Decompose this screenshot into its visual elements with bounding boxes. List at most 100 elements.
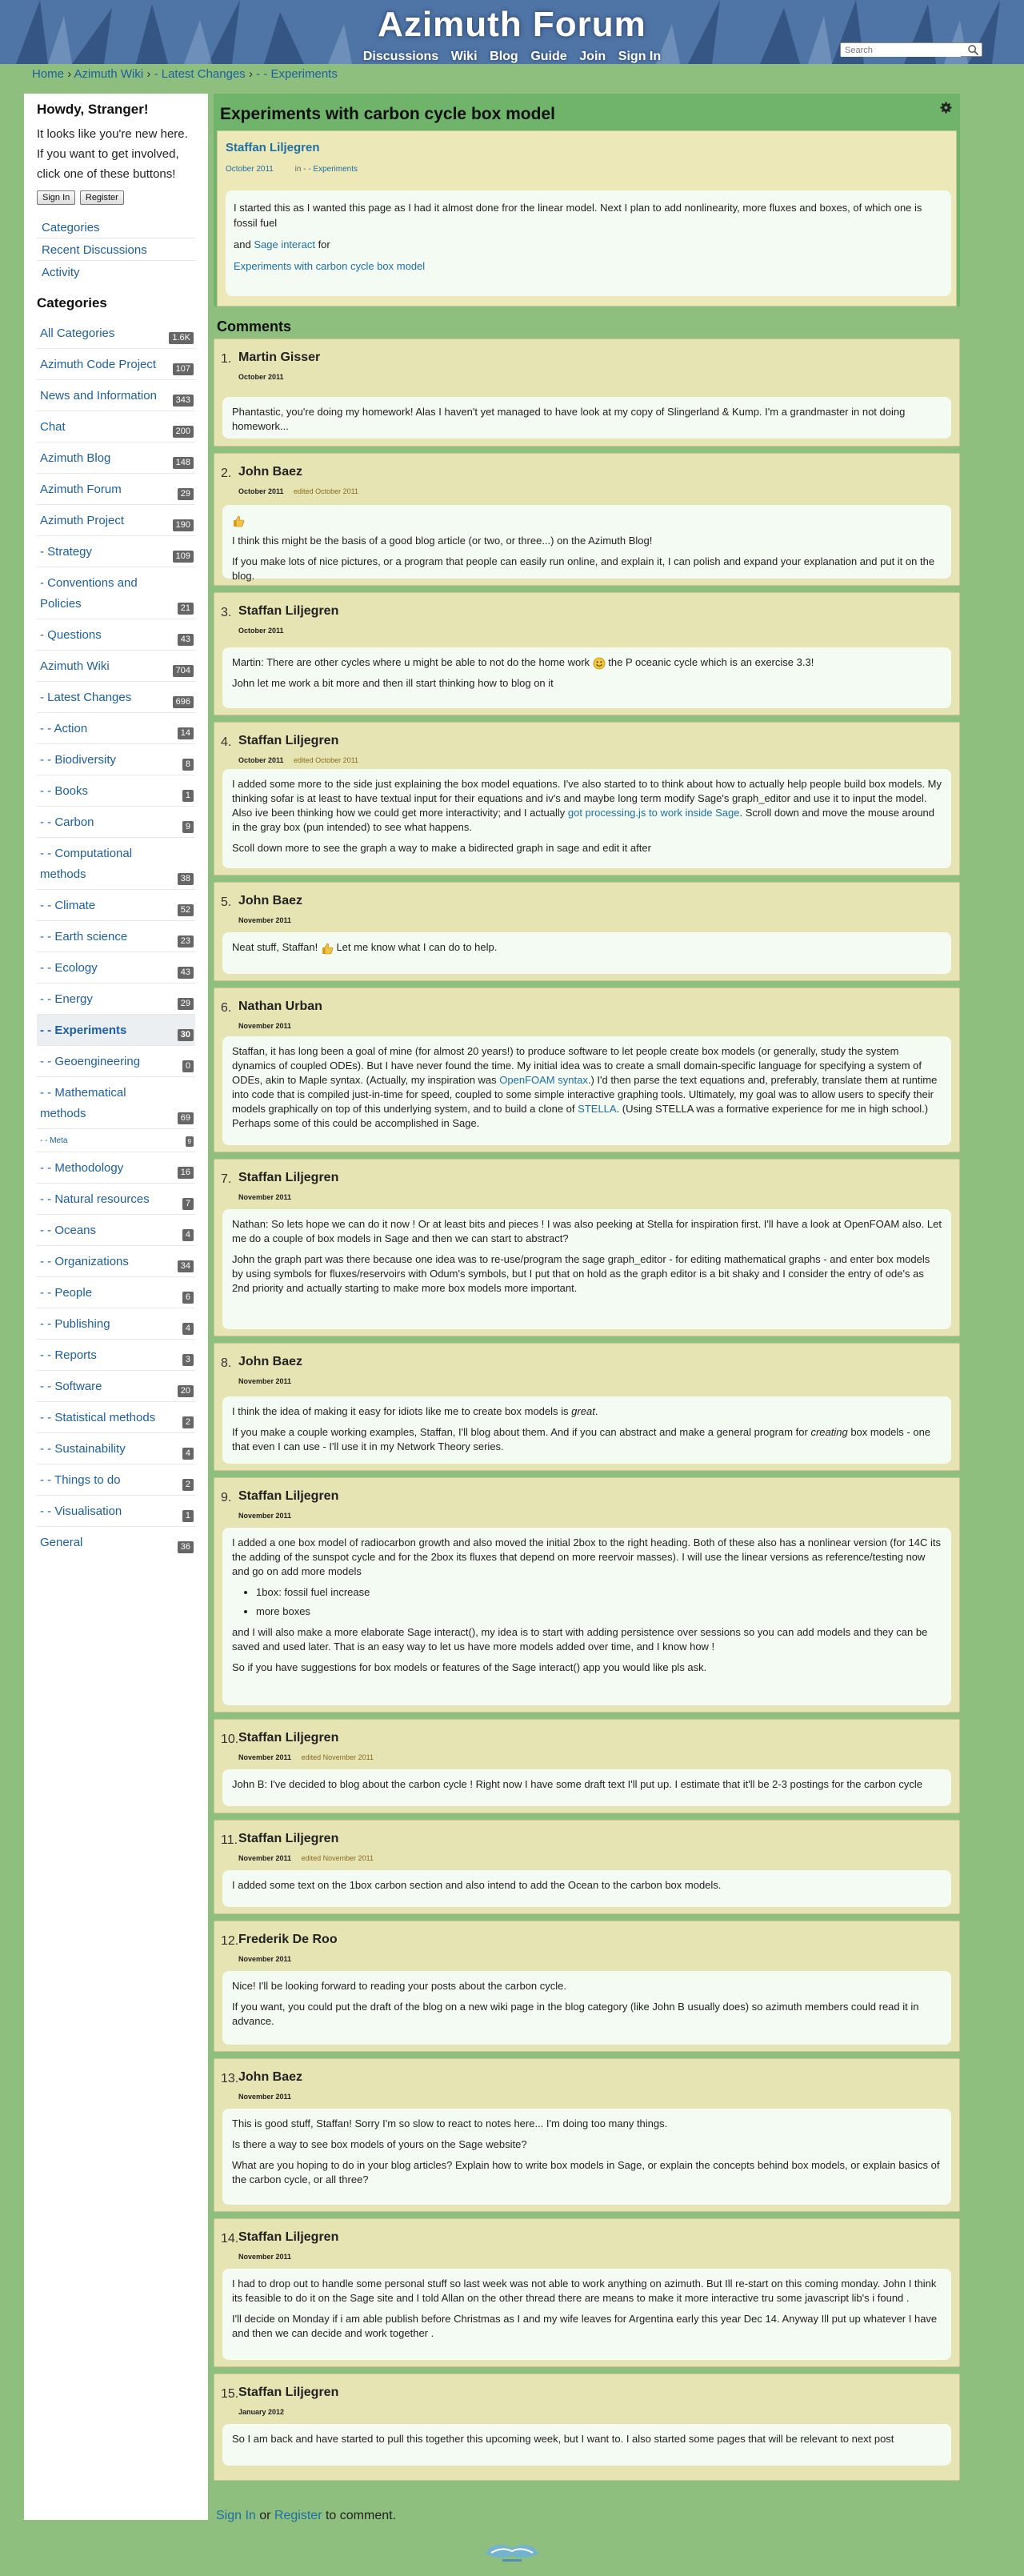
comment-author[interactable]: Nathan Urban — [238, 1000, 322, 1014]
comment-date[interactable]: November 2011 — [238, 2093, 291, 2101]
comment-date[interactable]: November 2011 — [238, 1377, 291, 1385]
category-item[interactable]: General 36 — [37, 1526, 195, 1557]
site-title[interactable]: Azimuth Forum — [0, 5, 1024, 45]
comment-date[interactable]: November 2011 — [238, 1512, 291, 1520]
nav-blog[interactable]: Blog — [490, 50, 518, 64]
category-item[interactable]: - - Books 1 — [37, 775, 195, 806]
experiments-page-link[interactable]: Experiments with carbon cycle box model — [234, 260, 425, 272]
category-item[interactable]: - - Experiments 30 — [37, 1014, 195, 1045]
bottom-sign-in-link[interactable]: Sign In — [216, 2509, 256, 2522]
comment-date[interactable]: November 2011 — [238, 1955, 291, 1963]
comment-author[interactable]: Staffan Liljegren — [238, 604, 338, 619]
category-item[interactable]: - Latest Changes 696 — [37, 681, 195, 712]
comment-author[interactable]: Staffan Liljegren — [238, 1489, 338, 1504]
vanilla-logo-icon[interactable] — [480, 2537, 544, 2566]
category-item[interactable]: Azimuth Forum 29 — [37, 473, 195, 504]
comment-date[interactable]: October 2011 — [238, 373, 284, 381]
comment-author[interactable]: Staffan Liljegren — [238, 1731, 338, 1745]
category-item[interactable]: All Categories 1.6K — [37, 318, 195, 348]
category-item[interactable]: - Conventions and Policies 21 — [37, 567, 195, 619]
category-item[interactable]: - - Meta 9 — [37, 1128, 195, 1152]
comment-date[interactable]: October 2011 — [238, 627, 284, 635]
gear-icon[interactable] — [940, 102, 952, 114]
processing-js-link[interactable]: got processing.js to work inside Sage — [568, 807, 740, 819]
sidebar-link-recent-discussions[interactable]: Recent Discussions — [37, 238, 195, 260]
category-item[interactable]: - Questions 43 — [37, 619, 195, 650]
breadcrumb-azimuth-wiki[interactable]: Azimuth Wiki — [74, 67, 144, 81]
comment-date[interactable]: November 2011 — [238, 1854, 291, 1862]
category-item[interactable]: - - Energy 29 — [37, 983, 195, 1014]
openfoam-syntax-link[interactable]: OpenFOAM syntax — [499, 1074, 588, 1086]
breadcrumb-latest-changes[interactable]: - Latest Changes — [154, 67, 246, 81]
comment-author[interactable]: Staffan Liljegren — [238, 2386, 338, 2400]
category-item[interactable]: - - Action 14 — [37, 712, 195, 743]
comment-date[interactable]: January 2012 — [238, 2408, 284, 2416]
page-layout: Howdy, Stranger! It looks like you're ne… — [0, 82, 1024, 2520]
nav-guide[interactable]: Guide — [530, 50, 566, 64]
comment-author[interactable]: Frederik De Roo — [238, 1933, 338, 1947]
bottom-register-link[interactable]: Register — [274, 2509, 322, 2522]
category-item[interactable]: - - Software 20 — [37, 1370, 195, 1401]
comment-author[interactable]: Staffan Liljegren — [238, 2230, 338, 2245]
comment-author[interactable]: John Baez — [238, 894, 302, 908]
nav-discussions[interactable]: Discussions — [363, 50, 438, 64]
comment-author[interactable]: John Baez — [238, 2070, 302, 2085]
comment-author[interactable]: Martin Gisser — [238, 351, 320, 365]
comment-date[interactable]: November 2011 — [238, 1753, 291, 1761]
comment-author[interactable]: Staffan Liljegren — [238, 1832, 338, 1846]
op-category-link[interactable]: - - Experiments — [303, 165, 358, 174]
nav-join[interactable]: Join — [579, 50, 606, 64]
breadcrumb-home[interactable]: Home — [32, 67, 64, 81]
comment-author[interactable]: Staffan Liljegren — [238, 734, 338, 748]
category-item[interactable]: - - Methodology 16 — [37, 1152, 195, 1183]
op-author-link[interactable]: Staffan Liljegren — [226, 141, 320, 154]
category-item[interactable]: - - Mathematical methods 69 — [37, 1076, 195, 1128]
comment-date[interactable]: November 2011 — [238, 916, 291, 924]
search-input[interactable] — [841, 44, 961, 57]
category-item[interactable]: - - Visualisation 1 — [37, 1495, 195, 1526]
category-item[interactable]: Azimuth Code Project 107 — [37, 348, 195, 379]
category-item[interactable]: - - Publishing 4 — [37, 1308, 195, 1339]
category-item[interactable]: - - Natural resources 7 — [37, 1183, 195, 1214]
category-item[interactable]: Chat 200 — [37, 411, 195, 442]
comment-date[interactable]: October 2011 — [238, 487, 284, 495]
category-item[interactable]: - - Oceans 4 — [37, 1214, 195, 1245]
category-item[interactable]: - - Earth science 23 — [37, 920, 195, 951]
category-item[interactable]: - - Biodiversity 8 — [37, 743, 195, 775]
comment-date[interactable]: November 2011 — [238, 2253, 291, 2261]
comment-author[interactable]: John Baez — [238, 1355, 302, 1369]
op-date-link[interactable]: October 2011 — [226, 165, 274, 174]
sign-in-button[interactable]: Sign In — [37, 190, 76, 205]
comment-author[interactable]: John Baez — [238, 465, 302, 479]
nav-sign-in[interactable]: Sign In — [618, 50, 661, 64]
comment-paragraph: Neat stuff, Staffan! Let me know what I … — [232, 940, 942, 955]
category-item[interactable]: - - People 6 — [37, 1276, 195, 1308]
sidebar-link-categories[interactable]: Categories — [37, 216, 195, 238]
category-item[interactable]: Azimuth Project 190 — [37, 504, 195, 535]
category-item[interactable]: Azimuth Wiki 704 — [37, 650, 195, 681]
stella-link[interactable]: STELLA — [578, 1103, 616, 1115]
category-item[interactable]: - - Reports 3 — [37, 1339, 195, 1370]
category-item[interactable]: - - Sustainability 4 — [37, 1432, 195, 1464]
category-item[interactable]: Azimuth Blog 148 — [37, 442, 195, 473]
register-button[interactable]: Register — [79, 190, 124, 205]
category-item[interactable]: - - Things to do 2 — [37, 1464, 195, 1495]
category-item[interactable]: News and Information 343 — [37, 379, 195, 411]
category-item[interactable]: - - Carbon 9 — [37, 806, 195, 837]
nav-wiki[interactable]: Wiki — [451, 50, 478, 64]
comment-date[interactable]: November 2011 — [238, 1022, 291, 1030]
sidebar-link-activity[interactable]: Activity — [37, 260, 195, 282]
category-item[interactable]: - - Ecology 43 — [37, 951, 195, 983]
breadcrumb-experiments[interactable]: - - Experiments — [256, 67, 338, 81]
category-item[interactable]: - - Organizations 34 — [37, 1245, 195, 1276]
category-item[interactable]: - - Statistical methods 2 — [37, 1401, 195, 1432]
comment-date[interactable]: November 2011 — [238, 1193, 291, 1201]
category-item[interactable]: - - Computational methods 38 — [37, 837, 195, 889]
category-item[interactable]: - - Geoengineering 0 — [37, 1045, 195, 1076]
comment-date[interactable]: October 2011 — [238, 756, 284, 764]
sage-interact-link[interactable]: Sage interact — [254, 238, 315, 250]
comment-author[interactable]: Staffan Liljegren — [238, 1171, 338, 1185]
category-item[interactable]: - - Climate 52 — [37, 889, 195, 920]
category-item[interactable]: - Strategy 109 — [37, 535, 195, 567]
search-icon[interactable] — [967, 44, 979, 56]
